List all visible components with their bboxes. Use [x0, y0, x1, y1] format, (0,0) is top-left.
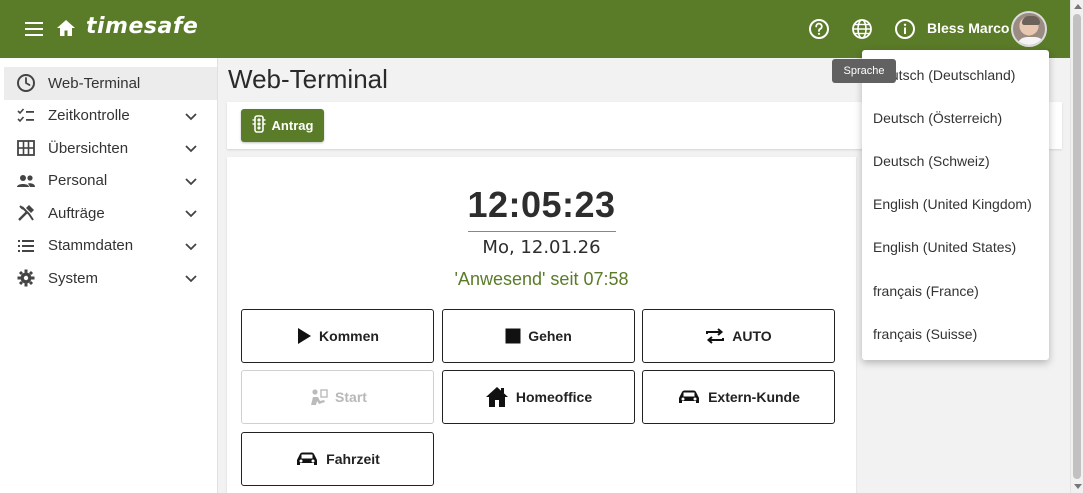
- sidebar-item-label: Zeitkontrolle: [48, 107, 130, 125]
- language-option-fr-fr[interactable]: français (France): [862, 269, 1049, 312]
- chevron-down-icon[interactable]: [183, 173, 199, 189]
- user-name[interactable]: Bless Marco: [927, 20, 1009, 36]
- language-option-de-ch[interactable]: Deutsch (Schweiz): [862, 139, 1049, 182]
- globe-icon[interactable]: [850, 17, 874, 41]
- sidebar-item-label: Web-Terminal: [48, 74, 141, 92]
- sidebar-item-label: System: [48, 269, 99, 287]
- chevron-down-icon[interactable]: [183, 205, 199, 221]
- language-option-fr-ch[interactable]: français (Suisse): [862, 312, 1049, 355]
- scrollbar[interactable]: [1070, 0, 1083, 493]
- traffic-light-icon: [252, 115, 266, 136]
- clock-icon: [16, 73, 36, 93]
- fahrzeit-button[interactable]: Fahrzeit: [241, 432, 434, 486]
- sidebar-item-uebersichten[interactable]: Übersichten: [0, 132, 217, 165]
- play-icon: [296, 327, 312, 345]
- fahrzeit-label: Fahrzeit: [326, 451, 380, 467]
- gehen-button[interactable]: Gehen: [442, 309, 635, 363]
- brand-logo[interactable]: timesafe: [86, 14, 198, 39]
- avatar[interactable]: [1011, 11, 1047, 47]
- car-icon: [295, 451, 319, 467]
- sidebar: Web-Terminal Zeitkontrolle Übersichten P…: [0, 58, 218, 493]
- sidebar-item-label: Personal: [48, 172, 108, 190]
- gehen-label: Gehen: [528, 328, 572, 344]
- people-icon: [16, 171, 36, 191]
- language-option-en-gb[interactable]: English (United Kingdom): [862, 183, 1049, 226]
- sidebar-item-label: Aufträge: [48, 204, 105, 222]
- antrag-button[interactable]: Antrag: [241, 109, 324, 142]
- presence-status: 'Anwesend' seit 07:58: [454, 269, 629, 289]
- start-button[interactable]: Start: [241, 370, 434, 424]
- sidebar-item-system[interactable]: System: [0, 262, 217, 295]
- scroll-thumb[interactable]: [1073, 14, 1081, 479]
- clock-divider: [468, 231, 616, 232]
- sidebar-item-stammdaten[interactable]: Stammdaten: [0, 230, 217, 263]
- sidebar-item-label: Stammdaten: [48, 237, 134, 255]
- language-option-en-us[interactable]: English (United States): [862, 226, 1049, 269]
- help-icon[interactable]: [807, 17, 831, 41]
- antrag-label: Antrag: [271, 118, 314, 133]
- sidebar-item-web-terminal[interactable]: Web-Terminal: [4, 67, 217, 100]
- stop-icon: [505, 328, 521, 344]
- list-icon: [16, 236, 36, 256]
- clock-display: 12:05:23: [467, 184, 616, 225]
- chevron-down-icon[interactable]: [183, 140, 199, 156]
- page-title: Web-Terminal: [228, 64, 388, 94]
- home-icon[interactable]: [55, 17, 77, 39]
- info-icon[interactable]: [893, 17, 917, 41]
- kommen-label: Kommen: [319, 328, 379, 344]
- terminal-card: 12:05:23 Mo, 12.01.26 'Anwesend' seit 07…: [227, 157, 856, 493]
- chevron-down-icon[interactable]: [183, 270, 199, 286]
- language-tooltip: Sprache: [832, 59, 896, 83]
- grid-icon: [16, 138, 36, 158]
- auto-label: AUTO: [732, 328, 772, 344]
- scroll-up-icon[interactable]: [1074, 4, 1082, 9]
- kommen-button[interactable]: Kommen: [241, 309, 434, 363]
- homeoffice-button[interactable]: Homeoffice: [442, 370, 635, 424]
- menu-icon[interactable]: [22, 17, 46, 41]
- chevron-down-icon[interactable]: [183, 108, 199, 124]
- extern-kunde-label: Extern-Kunde: [708, 389, 800, 405]
- extern-kunde-button[interactable]: Extern-Kunde: [642, 370, 835, 424]
- sidebar-item-zeitkontrolle[interactable]: Zeitkontrolle: [0, 100, 217, 133]
- tools-icon: [16, 203, 36, 223]
- auto-button[interactable]: AUTO: [642, 309, 835, 363]
- checklist-icon: [16, 106, 36, 126]
- house-icon: [485, 386, 509, 408]
- homeoffice-label: Homeoffice: [515, 389, 593, 405]
- car-icon: [677, 389, 701, 405]
- scroll-down-icon[interactable]: [1074, 484, 1082, 489]
- worker-icon: [308, 388, 328, 406]
- sidebar-item-label: Übersichten: [48, 139, 129, 157]
- sidebar-item-personal[interactable]: Personal: [0, 165, 217, 198]
- language-option-de-at[interactable]: Deutsch (Österreich): [862, 96, 1049, 139]
- date-display: Mo, 12.01.26: [482, 237, 601, 258]
- chevron-down-icon[interactable]: [183, 238, 199, 254]
- gear-icon: [16, 268, 36, 288]
- start-label: Start: [335, 389, 367, 405]
- sidebar-item-auftraege[interactable]: Aufträge: [0, 197, 217, 230]
- language-menu: Deutsch (Deutschland) Deutsch (Österreic…: [862, 50, 1049, 360]
- swap-arrows-icon: [705, 327, 725, 345]
